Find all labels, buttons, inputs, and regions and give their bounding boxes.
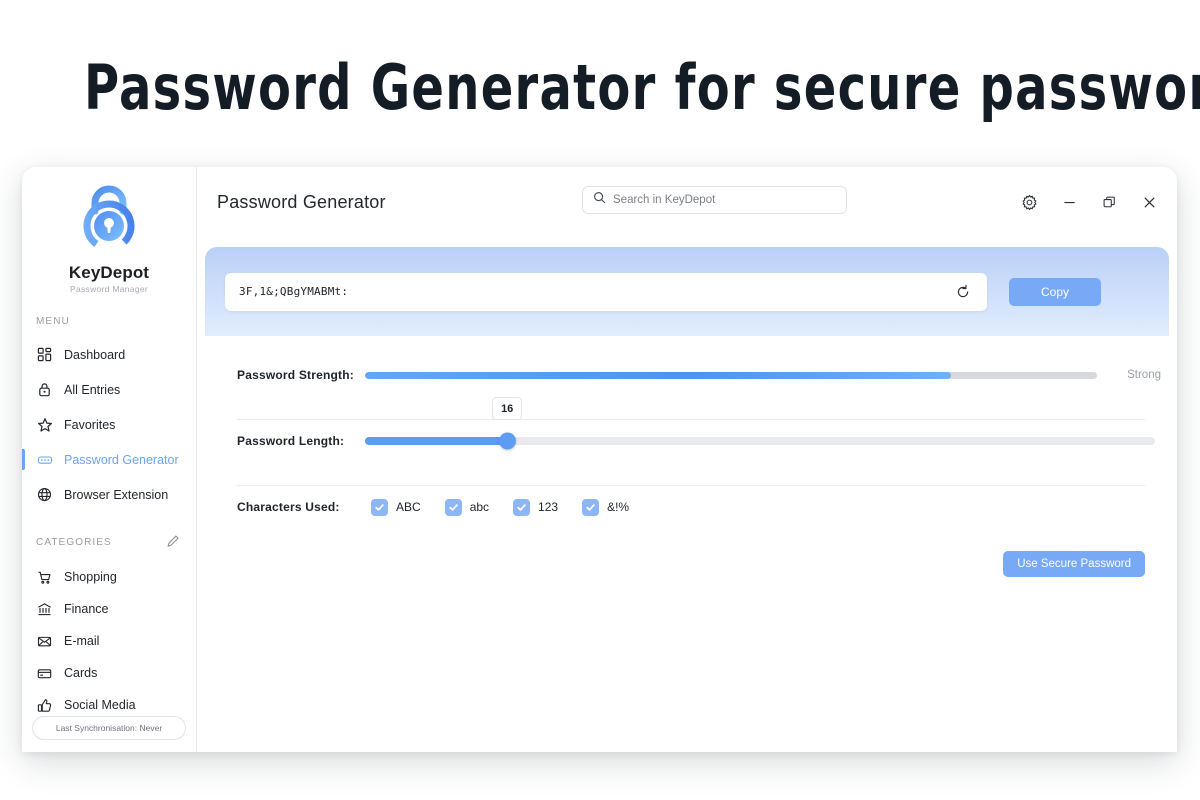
slider-track [365,437,1155,445]
password-dots-icon [36,451,53,468]
sidebar-category-cards[interactable]: Cards [22,657,196,689]
page-title: Password Generator [217,191,386,212]
generated-password-field[interactable]: 3F,1&;QBgYMABMt: [225,272,987,311]
sidebar-item-label: Dashboard [64,347,126,362]
password-generator-banner: 3F,1&;QBgYMABMt: Copy [205,247,1169,336]
password-length-row: Password Length: 16 [205,397,1161,463]
credit-card-icon [36,665,53,682]
sidebar-item-dashboard[interactable]: Dashboard [22,337,196,372]
sidebar: KeyDepot Password Manager MENU Dashboard… [22,167,197,752]
row-divider [237,419,1145,420]
search-input[interactable] [613,194,836,206]
lock-icon [36,381,53,398]
padlock-circle-icon [71,181,147,257]
copy-button[interactable]: Copy [1009,277,1101,306]
generated-password-value: 3F,1&;QBgYMABMt: [239,285,349,298]
bank-icon [36,601,53,618]
checkbox-checked-icon[interactable] [444,498,462,516]
charset-symbols[interactable]: &!% [582,498,630,516]
sidebar-category-email[interactable]: E-mail [22,625,196,657]
search-icon [593,191,606,209]
brand-name: KeyDepot [68,263,150,282]
sidebar-item-favorites[interactable]: Favorites [22,407,196,442]
topbar: Password Generator [197,167,1177,237]
password-strength-label: Password Strength: [237,368,354,382]
sidebar-category-label: Finance [64,602,109,616]
categories-label-text: CATEGORIES [36,537,112,548]
page-headline: Password Generator for secure passwords [84,51,1200,124]
sidebar-item-all-entries[interactable]: All Entries [22,372,196,407]
sidebar-menu: Dashboard All Entries Favorites Password… [22,337,196,512]
sync-status-text: Last Synchronisation: Never [55,723,163,733]
window-controls [1019,167,1159,237]
characters-used-label: Characters Used: [237,500,340,514]
grid-dashboard-icon [36,346,53,363]
restore-icon[interactable] [1099,192,1119,212]
pencil-icon[interactable] [166,534,180,551]
charset-uppercase[interactable]: ABC [371,498,421,516]
sidebar-category-label: Shopping [64,570,117,584]
thumbs-up-icon [36,697,53,714]
password-length-label: Password Length: [237,434,345,448]
charset-label: &!% [607,500,630,514]
password-length-slider[interactable]: 16 [365,397,1155,455]
close-icon[interactable] [1139,192,1159,212]
brand-tagline: Password Manager [69,284,149,294]
password-strength-fill [365,371,951,379]
sidebar-item-label: All Entries [64,382,121,397]
sidebar-category-shopping[interactable]: Shopping [22,561,196,593]
screenshot-root: Password Generator for secure passwords [0,0,1200,800]
password-strength-meter [365,371,1097,379]
sidebar-category-finance[interactable]: Finance [22,593,196,625]
charset-lowercase[interactable]: abc [444,498,490,516]
shopping-cart-icon [36,569,53,586]
sidebar-item-password-generator[interactable]: Password Generator [22,442,196,477]
categories-section-label: CATEGORIES [22,534,196,551]
checkbox-checked-icon[interactable] [582,498,600,516]
menu-label-text: MENU [36,316,70,327]
sidebar-item-label: Browser Extension [64,487,169,502]
password-length-value: 16 [492,397,523,420]
password-strength-row: Password Strength: Strong [205,353,1161,397]
checkbox-checked-icon[interactable] [513,498,531,516]
sidebar-category-label: Cards [64,666,98,680]
menu-section-label: MENU [22,316,196,327]
globe-icon [36,486,53,503]
checkbox-checked-icon[interactable] [371,498,388,516]
charset-label: abc [469,500,490,514]
characters-used-row: Characters Used: ABC abc 123 &!% [205,485,1161,529]
use-secure-password-button[interactable]: Use Secure Password [1003,551,1145,577]
sync-status-badge: Last Synchronisation: Never [32,716,186,740]
star-icon [36,416,53,433]
generator-options: Password Strength: Strong Password Lengt… [197,336,1177,577]
charset-label: ABC [396,500,421,514]
minimize-icon[interactable] [1059,192,1079,212]
gear-icon[interactable] [1019,192,1039,212]
slider-thumb[interactable] [499,432,517,450]
sidebar-item-label: Favorites [64,417,116,432]
sidebar-category-label: E-mail [64,634,100,648]
sidebar-category-label: Social Media [64,698,136,712]
row-divider [237,485,1145,486]
envelope-icon [36,633,53,650]
use-password-row: Use Secure Password [205,551,1161,577]
password-strength-value: Strong [1127,369,1161,381]
character-set-options: ABC abc 123 &!% [365,498,1161,516]
search-bar[interactable] [582,186,847,214]
app-window: KeyDepot Password Manager MENU Dashboard… [22,167,1177,752]
sidebar-item-browser-extension[interactable]: Browser Extension [22,477,196,512]
sidebar-item-label: Password Generator [64,452,179,467]
refresh-icon[interactable] [953,282,973,302]
charset-digits[interactable]: 123 [513,498,559,516]
brand-block: KeyDepot Password Manager [22,167,196,294]
main-content: Password Generator Search in KeyDepot 3F… [197,167,1177,752]
slider-fill [365,437,508,445]
charset-label: 123 [538,500,559,514]
sidebar-categories: Shopping Finance E-mail Cards Social Med… [22,561,196,721]
